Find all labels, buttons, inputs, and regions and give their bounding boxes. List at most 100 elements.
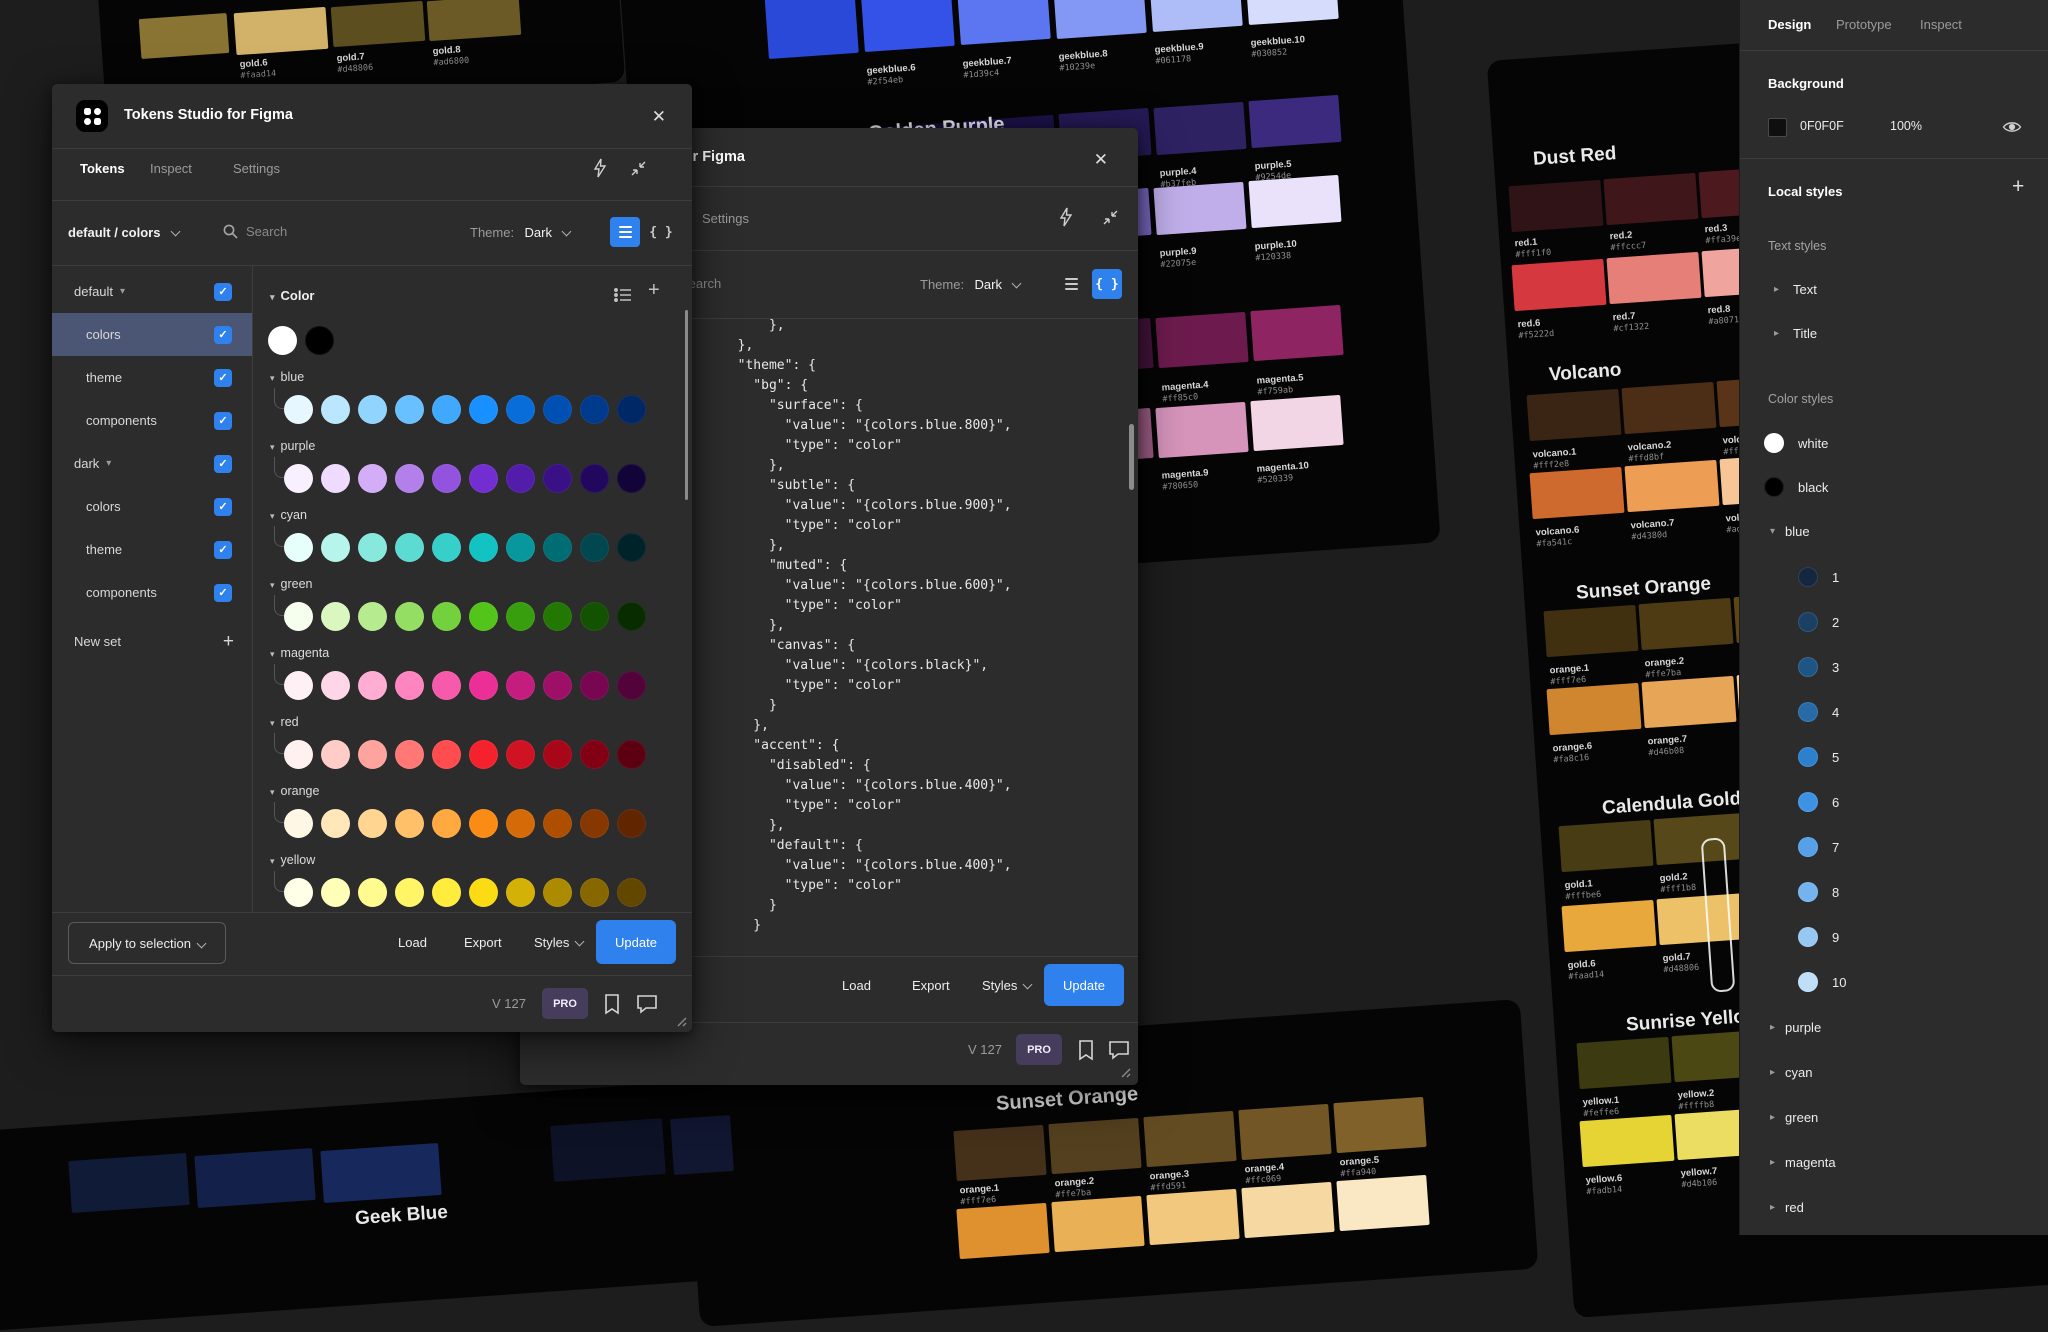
token-group-label-purple[interactable]: ▾ purple bbox=[270, 439, 315, 453]
token-swatch-orange-10[interactable] bbox=[617, 809, 646, 838]
tokens-studio-dialog-front[interactable]: Tokens Studio for Figma ✕ Tokens Inspect… bbox=[52, 84, 692, 1032]
token-swatch-magenta-3[interactable] bbox=[358, 671, 387, 700]
token-set-components-3[interactable]: components ✓ bbox=[52, 399, 252, 442]
canvas-swatch-tile[interactable] bbox=[1333, 1096, 1427, 1154]
token-swatch-yellow-10[interactable] bbox=[617, 878, 646, 907]
token-swatch-yellow-7[interactable] bbox=[506, 878, 535, 907]
token-swatch-cyan-9[interactable] bbox=[580, 533, 609, 562]
color-style-row-green[interactable]: ▸ green bbox=[1740, 1099, 2048, 1135]
token-swatch-magenta-10[interactable] bbox=[617, 671, 646, 700]
token-swatch-magenta-4[interactable] bbox=[395, 671, 424, 700]
token-swatch-red-3[interactable] bbox=[358, 740, 387, 769]
checkbox-checked-icon[interactable]: ✓ bbox=[214, 497, 232, 516]
color-style-row-magenta[interactable]: ▸ magenta bbox=[1740, 1144, 2048, 1180]
token-swatch-yellow-3[interactable] bbox=[358, 878, 387, 907]
canvas-swatch-tile[interactable] bbox=[1543, 604, 1639, 658]
token-swatch-magenta-7[interactable] bbox=[506, 671, 535, 700]
token-swatch-red-9[interactable] bbox=[580, 740, 609, 769]
token-swatch-red-2[interactable] bbox=[321, 740, 350, 769]
token-swatch-cyan-2[interactable] bbox=[321, 533, 350, 562]
token-set-default-0[interactable]: default ▾ ✓ bbox=[52, 270, 252, 313]
token-swatch-blue-4[interactable] bbox=[395, 395, 424, 424]
add-set-icon[interactable]: + bbox=[223, 631, 234, 653]
changelog-icon[interactable] bbox=[602, 992, 622, 1016]
token-swatch-yellow-4[interactable] bbox=[395, 878, 424, 907]
token-swatch-yellow-9[interactable] bbox=[580, 878, 609, 907]
token-swatch-green-9[interactable] bbox=[580, 602, 609, 631]
token-swatch-orange-9[interactable] bbox=[580, 809, 609, 838]
token-swatch-purple-3[interactable] bbox=[358, 464, 387, 493]
export-button[interactable]: Export bbox=[464, 935, 502, 950]
token-swatch-blue-10[interactable] bbox=[617, 395, 646, 424]
token-swatch-orange-5[interactable] bbox=[432, 809, 461, 838]
new-set-button[interactable]: New set + bbox=[52, 620, 252, 663]
collapse-icon[interactable] bbox=[1102, 209, 1119, 226]
tab-inspect[interactable]: Inspect bbox=[150, 161, 192, 176]
styles-button[interactable]: Styles bbox=[982, 978, 1033, 993]
checkbox-checked-icon[interactable]: ✓ bbox=[214, 282, 232, 301]
code-scrollbar[interactable] bbox=[1129, 424, 1134, 490]
color-style-row-red[interactable]: ▸ red bbox=[1740, 1189, 2048, 1225]
token-swatch-cyan-10[interactable] bbox=[617, 533, 646, 562]
tokens-scrollbar[interactable] bbox=[685, 310, 688, 500]
canvas-swatch-tile[interactable] bbox=[68, 1152, 190, 1214]
token-swatch-purple-8[interactable] bbox=[543, 464, 572, 493]
token-swatch-purple-7[interactable] bbox=[506, 464, 535, 493]
color-style-row-cyan[interactable]: ▸ cyan bbox=[1740, 1054, 2048, 1090]
canvas-swatch-tile[interactable] bbox=[330, 0, 426, 48]
canvas-swatch-tile[interactable] bbox=[955, 0, 1051, 46]
canvas-swatch-tile[interactable] bbox=[1638, 597, 1734, 651]
color-style-row-blue-10[interactable]: 10 bbox=[1740, 964, 2048, 1000]
checkbox-checked-icon[interactable]: ✓ bbox=[214, 454, 232, 473]
checkbox-checked-icon[interactable]: ✓ bbox=[214, 583, 232, 602]
tab-settings[interactable]: Settings bbox=[233, 161, 280, 176]
resize-handle[interactable] bbox=[672, 1012, 688, 1028]
canvas-swatch-tile[interactable] bbox=[1146, 1188, 1240, 1246]
token-set-components-7[interactable]: components ✓ bbox=[52, 571, 252, 614]
token-swatch-green-5[interactable] bbox=[432, 602, 461, 631]
token-swatch-orange-4[interactable] bbox=[395, 809, 424, 838]
canvas-swatch-tile[interactable] bbox=[233, 6, 329, 56]
canvas-swatch-tile[interactable] bbox=[1153, 101, 1247, 156]
add-style-icon[interactable]: + bbox=[2012, 175, 2024, 199]
token-swatch-purple-4[interactable] bbox=[395, 464, 424, 493]
checkbox-checked-icon[interactable]: ✓ bbox=[214, 540, 232, 559]
tab-design[interactable]: Design bbox=[1768, 17, 1811, 32]
canvas-swatch-tile[interactable] bbox=[1511, 258, 1607, 312]
canvas-swatch-tile[interactable] bbox=[1529, 466, 1625, 520]
close-icon[interactable]: ✕ bbox=[652, 107, 666, 127]
canvas-swatch-tile[interactable] bbox=[1641, 675, 1737, 729]
search-input[interactable]: Search bbox=[246, 224, 287, 239]
canvas-swatch-tile[interactable] bbox=[1624, 459, 1720, 513]
canvas-swatch-tile[interactable] bbox=[138, 12, 230, 60]
canvas-swatch-tile[interactable] bbox=[1248, 94, 1342, 149]
token-swatch-blue-2[interactable] bbox=[321, 395, 350, 424]
canvas-swatch-tile[interactable] bbox=[1621, 381, 1717, 435]
token-swatch-blue-3[interactable] bbox=[358, 395, 387, 424]
token-swatch-black[interactable] bbox=[305, 326, 334, 355]
tab-prototype[interactable]: Prototype bbox=[1836, 17, 1892, 32]
token-swatch-red-10[interactable] bbox=[617, 740, 646, 769]
add-token-icon[interactable]: + bbox=[648, 279, 660, 302]
color-style-row-blue-5[interactable]: 5 bbox=[1740, 739, 2048, 775]
token-swatch-cyan-6[interactable] bbox=[469, 533, 498, 562]
canvas-swatch-tile[interactable] bbox=[1603, 172, 1699, 226]
canvas-swatch-tile[interactable] bbox=[1606, 251, 1702, 305]
text-style-row-title[interactable]: ▸ Title bbox=[1740, 315, 2048, 351]
token-swatch-yellow-1[interactable] bbox=[284, 878, 313, 907]
token-swatch-red-1[interactable] bbox=[284, 740, 313, 769]
color-style-row-blue-3[interactable]: 3 bbox=[1740, 649, 2048, 685]
token-swatch-green-2[interactable] bbox=[321, 602, 350, 631]
tab-inspect[interactable]: Inspect bbox=[1920, 17, 1962, 32]
canvas-swatch-tile[interactable] bbox=[1238, 1103, 1332, 1161]
token-swatch-blue-9[interactable] bbox=[580, 395, 609, 424]
token-swatch-red-7[interactable] bbox=[506, 740, 535, 769]
tab-settings[interactable]: Settings bbox=[702, 211, 749, 226]
color-style-row-blue-6[interactable]: 6 bbox=[1740, 784, 2048, 820]
token-swatch-green-3[interactable] bbox=[358, 602, 387, 631]
color-style-row-purple[interactable]: ▸ purple bbox=[1740, 1009, 2048, 1045]
update-button[interactable]: Update bbox=[596, 920, 676, 964]
styles-button[interactable]: Styles bbox=[534, 935, 585, 950]
list-view-toggle[interactable] bbox=[610, 217, 640, 247]
canvas-swatch-tile[interactable] bbox=[550, 1118, 666, 1182]
